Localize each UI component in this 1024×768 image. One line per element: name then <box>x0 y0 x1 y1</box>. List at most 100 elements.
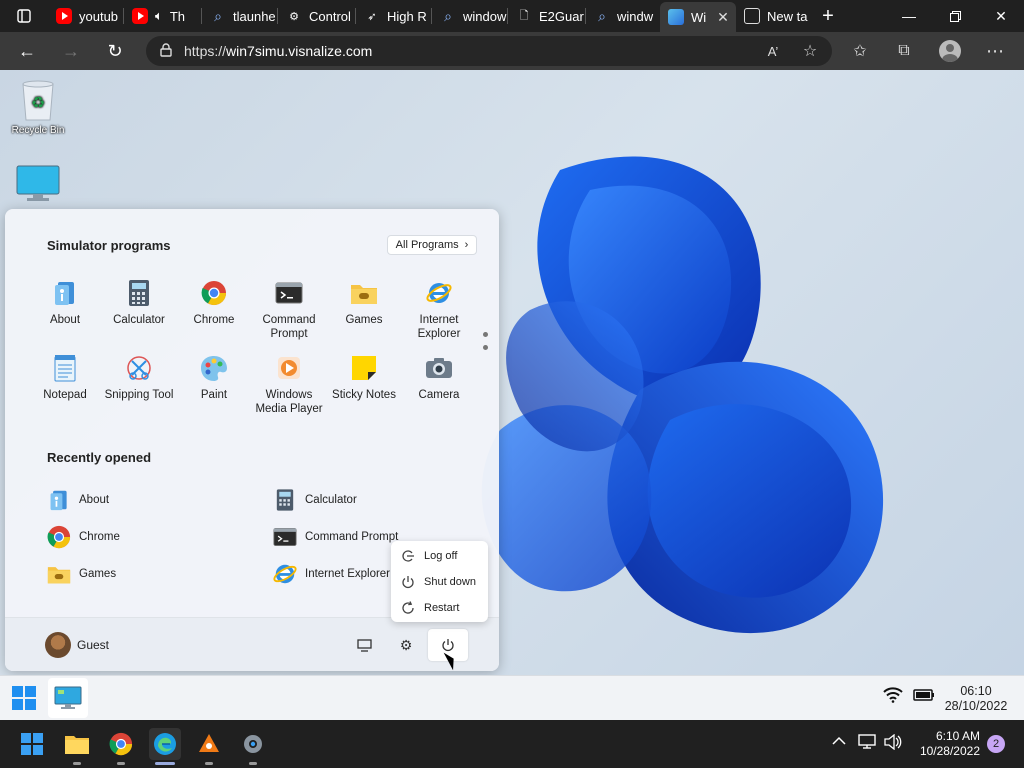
newtab-icon <box>744 8 760 24</box>
browser-tab-active[interactable]: Wi ✕ <box>660 2 736 32</box>
browser-tab[interactable]: 🗋︎ E2Guar <box>508 0 586 32</box>
browser-tab[interactable]: ➶ High R <box>356 0 432 32</box>
program-about[interactable]: About <box>27 279 103 327</box>
taskbar-app[interactable] <box>193 728 225 765</box>
recent-item-internet-explorer[interactable]: Internet Explorer <box>273 562 390 586</box>
simulator-taskbar-app[interactable] <box>48 678 88 718</box>
collections-icon[interactable]: ⧉ <box>889 36 919 66</box>
windows-logo-icon <box>12 686 36 710</box>
favorites-icon[interactable]: ✩ <box>845 36 875 66</box>
clock-date: 10/28/2022 <box>919 744 980 758</box>
browser-tab[interactable]: New ta <box>736 0 812 32</box>
profile-icon[interactable] <box>935 36 965 66</box>
program-label: Camera <box>418 389 460 401</box>
lock-icon[interactable] <box>160 42 172 60</box>
recent-item-games[interactable]: Games <box>47 562 116 586</box>
desktop-button[interactable] <box>351 632 377 658</box>
url-text[interactable]: https://win7simu.visnalize.com <box>184 43 372 59</box>
page-indicator[interactable] <box>483 332 489 358</box>
computer-icon <box>16 165 60 201</box>
browser-tab[interactable]: ⌕ window <box>432 0 508 32</box>
speaker-icon: 🔈︎ <box>155 8 163 23</box>
recent-item-command-prompt[interactable]: Command Prompt <box>273 525 398 549</box>
tab-title: Wi <box>691 9 707 25</box>
page-dot[interactable] <box>483 345 488 350</box>
url-scheme: https:// <box>184 43 227 59</box>
browser-tab[interactable]: youtub <box>48 0 124 32</box>
taskbar-chrome[interactable] <box>105 728 137 765</box>
program-camera[interactable]: Camera <box>401 354 477 402</box>
program-chrome[interactable]: Chrome <box>176 279 252 327</box>
system-clock[interactable]: 6:10 AM 10/28/2022 <box>900 729 980 759</box>
close-window-button[interactable]: ✕ <box>978 0 1024 32</box>
all-programs-button[interactable]: All Programs › <box>387 235 477 255</box>
recent-item-about[interactable]: About <box>47 488 109 512</box>
program-command-prompt[interactable]: Command Prompt <box>251 279 327 341</box>
clock-time: 6:10 AM <box>935 729 980 743</box>
program-calculator[interactable]: Calculator <box>101 279 177 327</box>
read-aloud-icon[interactable]: A’ <box>758 36 788 66</box>
more-options-icon[interactable]: ⋯ <box>980 36 1010 66</box>
browser-tab[interactable]: ⌕ windw <box>586 0 660 32</box>
tab-actions-icon[interactable] <box>0 0 48 32</box>
search-icon: ⌕ <box>444 7 452 24</box>
notepad-icon <box>51 354 79 382</box>
recent-item-chrome[interactable]: Chrome <box>47 525 120 549</box>
recent-item-calculator[interactable]: Calculator <box>273 488 357 512</box>
recycle-bin-desktop-icon[interactable]: ♻ Recycle Bin <box>3 78 73 136</box>
shut-down-item[interactable]: Shut down <box>401 575 476 589</box>
computer-desktop-icon[interactable] <box>3 164 73 204</box>
refresh-button[interactable]: ↻ <box>100 36 130 66</box>
program-internet-explorer[interactable]: Internet Explorer <box>401 279 477 341</box>
user-account[interactable]: Guest <box>45 632 109 658</box>
program-media-player[interactable]: Windows Media Player <box>251 354 327 416</box>
address-bar[interactable]: https://win7simu.visnalize.com <box>146 36 832 66</box>
clock-time: 06:10 <box>960 684 992 698</box>
program-paint[interactable]: Paint <box>176 354 252 402</box>
page-dot[interactable] <box>483 332 488 337</box>
youtube-icon <box>56 8 72 24</box>
add-favorite-icon[interactable]: ☆ <box>795 36 825 66</box>
chrome-icon <box>47 525 71 549</box>
address-toolbar: ← → ↻ https://win7simu.visnalize.com A’ … <box>0 32 1024 70</box>
calculator-icon <box>273 488 297 512</box>
notification-count: 2 <box>992 738 1000 750</box>
program-label: Calculator <box>113 314 165 326</box>
tab-title: Control <box>309 8 351 24</box>
taskbar-settings[interactable] <box>237 728 269 765</box>
restart-icon <box>402 601 414 614</box>
chevron-up-icon[interactable] <box>832 734 846 749</box>
about-icon <box>47 488 71 512</box>
settings-button[interactable]: ⚙︎ <box>393 632 419 658</box>
program-sticky-notes[interactable]: Sticky Notes <box>326 354 402 402</box>
browser-tab[interactable]: ⚙︎ Control <box>278 0 356 32</box>
youtube-icon <box>132 8 148 24</box>
maximize-button[interactable] <box>932 0 978 32</box>
simulator-clock[interactable]: 06:10 28/10/2022 <box>936 684 1016 714</box>
new-tab-button[interactable]: + <box>808 0 848 32</box>
menu-item-label: Log off <box>424 550 458 562</box>
taskbar-file-explorer[interactable] <box>61 728 93 765</box>
wifi-icon[interactable] <box>883 687 903 706</box>
browser-tab[interactable]: 🔈︎ Th <box>124 0 202 32</box>
forward-button[interactable]: → <box>56 36 86 66</box>
back-button[interactable]: ← <box>12 36 42 66</box>
taskbar-edge[interactable] <box>149 728 181 765</box>
network-icon[interactable] <box>858 734 876 753</box>
program-snipping-tool[interactable]: Snipping Tool <box>101 354 177 402</box>
restart-item[interactable]: Restart <box>401 601 459 615</box>
program-games[interactable]: Games <box>326 279 402 327</box>
battery-icon[interactable] <box>913 689 935 704</box>
tab-title: High R <box>387 8 427 24</box>
browser-tab[interactable]: ⌕ tlaunhe <box>202 0 278 32</box>
log-off-item[interactable]: Log off <box>401 549 457 563</box>
games-icon <box>47 562 71 586</box>
start-button[interactable] <box>16 728 48 760</box>
gear-icon: ⚙︎ <box>399 636 413 653</box>
notification-badge[interactable]: 2 <box>987 735 1005 753</box>
close-tab-icon[interactable]: ✕ <box>717 9 729 26</box>
cursor-icon: ➶ <box>367 10 377 23</box>
minimize-button[interactable]: — <box>886 0 932 32</box>
program-notepad[interactable]: Notepad <box>27 354 103 402</box>
simulator-start-button[interactable] <box>4 678 44 718</box>
